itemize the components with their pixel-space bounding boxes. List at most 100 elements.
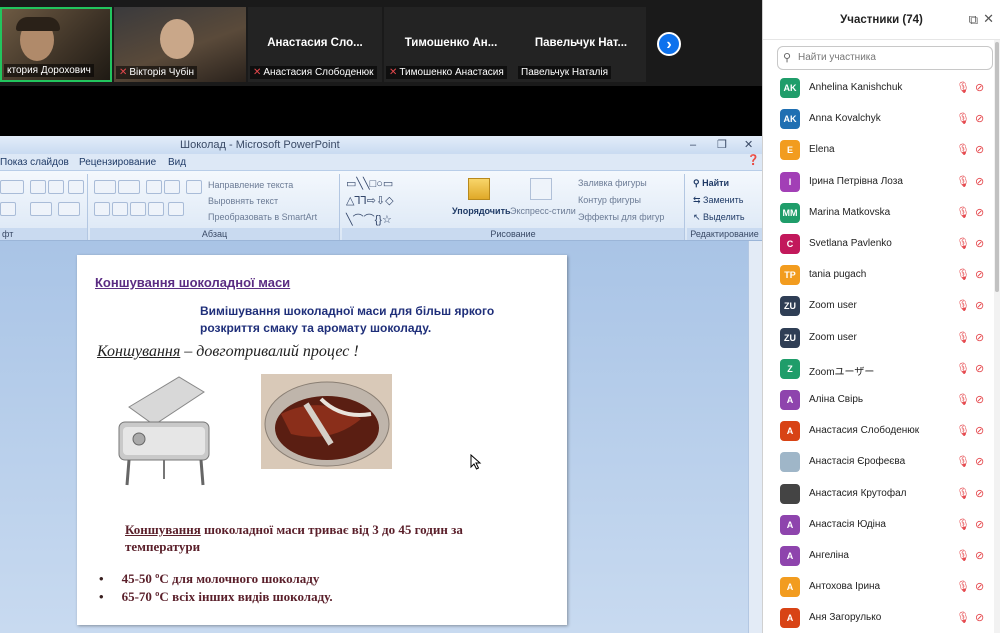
quick-styles-button[interactable]: Экспресс-стили — [510, 206, 576, 216]
select-label: Выделить — [703, 212, 745, 222]
help-icon[interactable]: ❓ — [747, 155, 759, 166]
increase-indent-icon[interactable] — [164, 180, 180, 194]
tab-view[interactable]: Вид — [168, 157, 186, 168]
shape-effects-button[interactable]: Эффекты для фигур — [578, 212, 664, 222]
decrease-indent-icon[interactable] — [146, 180, 162, 194]
video-off-icon: ⊘ — [975, 518, 985, 531]
participant-row[interactable]: A Анастасія Юдіна 🎙 ⊘ — [763, 511, 995, 542]
participant-row[interactable]: A Анастасия Слободенюк 🎙 ⊘ — [763, 417, 995, 448]
participant-row[interactable]: ZU Zoom user 🎙 ⊘ — [763, 292, 995, 323]
scrollbar-thumb[interactable] — [995, 42, 999, 292]
grow-font-icon[interactable] — [30, 180, 46, 194]
mic-muted-icon: 🎙 — [956, 612, 970, 625]
minimize-icon[interactable]: – — [690, 136, 696, 154]
slide[interactable]: Коншування шоколадної маси Вимішування ш… — [77, 255, 567, 625]
participant-row[interactable]: C Svetlana Pavlenko 🎙 ⊘ — [763, 230, 995, 261]
shape-outline-button[interactable]: Контур фигуры — [578, 195, 641, 205]
video-tile[interactable]: Тимошенко Ан... ✕ Тимошенко Анастасия — [384, 7, 518, 82]
align-left-icon[interactable] — [94, 202, 110, 216]
participant-row[interactable]: E Elena 🎙 ⊘ — [763, 136, 995, 167]
close-icon[interactable]: ✕ — [744, 136, 753, 154]
justify-icon[interactable] — [148, 202, 164, 216]
clear-format-icon[interactable] — [68, 180, 84, 194]
font-size-box[interactable] — [0, 180, 24, 194]
panel-title: Участники (74) — [840, 14, 923, 26]
video-off-icon: ⊘ — [975, 456, 985, 469]
participant-row[interactable]: Анастасия Крутофал 🎙 ⊘ — [763, 480, 995, 511]
columns-icon[interactable] — [168, 202, 184, 216]
participant-row[interactable]: TP tania pugach 🎙 ⊘ — [763, 261, 995, 292]
line-spacing-icon[interactable] — [186, 180, 202, 194]
font-group: фт — [0, 174, 88, 240]
participant-name: Ірина Петрівна Лоза — [809, 175, 903, 187]
arrange-button[interactable]: Упорядочить — [452, 206, 511, 216]
search-placeholder: Найти участника — [798, 52, 876, 63]
video-tile[interactable]: ктория Дорохович — [0, 7, 112, 82]
participant-row[interactable]: Анастасія Єрофеєва 🎙 ⊘ — [763, 448, 995, 479]
participant-row[interactable]: ZU Zoom user 🎙 ⊘ — [763, 324, 995, 355]
shrink-font-icon[interactable] — [48, 180, 64, 194]
mic-muted-icon: 🎙 — [956, 300, 970, 313]
video-off-icon: ⊘ — [975, 612, 985, 625]
video-tile[interactable]: ✕ Вікторія Чубін — [114, 7, 246, 82]
tab-slideshow[interactable]: Показ слайдов — [0, 157, 69, 168]
italic-keyword: Коншування — [97, 343, 181, 360]
participant-row[interactable]: A Аня Загорулько 🎙 ⊘ — [763, 604, 995, 633]
participant-name: Антохова Ірина — [809, 581, 881, 593]
avatar: A — [780, 546, 800, 566]
replace-button[interactable]: ⇆ Заменить — [693, 195, 744, 206]
participant-row[interactable]: MM Marina Matkovska 🎙 ⊘ — [763, 199, 995, 230]
align-center-icon[interactable] — [112, 202, 128, 216]
tab-review[interactable]: Рецензирование — [79, 157, 156, 168]
panel-scrollbar[interactable] — [994, 40, 1000, 633]
body-keyword: Коншування — [125, 522, 201, 537]
participant-row[interactable]: I Ірина Петрівна Лоза 🎙 ⊘ — [763, 168, 995, 199]
avatar: A — [780, 577, 800, 598]
quick-styles-icon[interactable] — [530, 178, 552, 200]
shapes-gallery-icon[interactable]: ▭╲╲□○▭ — [346, 177, 393, 190]
panel-header: Участники (74) ⧉ ✕ — [763, 0, 1000, 40]
next-page-button[interactable]: › — [657, 32, 681, 56]
mic-muted-icon: ✕ — [119, 67, 128, 78]
video-tile[interactable]: Анастасия Сло... ✕ Анастасия Слободенюк — [248, 7, 382, 82]
shape-fill-button[interactable]: Заливка фигуры — [578, 178, 647, 188]
numbering-icon[interactable] — [118, 180, 140, 194]
shapes-gallery-icon[interactable]: ╲⌒⌒{}☆ — [346, 211, 392, 227]
mic-muted-icon: ✕ — [389, 67, 398, 78]
participant-row[interactable]: A Ангеліна 🎙 ⊘ — [763, 542, 995, 573]
popout-icon[interactable]: ⧉ — [969, 12, 978, 28]
shapes-gallery-icon[interactable]: △⅂⅂⇨⇩◇ — [346, 194, 394, 207]
participant-name: tania pugach — [809, 269, 867, 281]
vertical-scrollbar[interactable] — [748, 241, 762, 633]
video-off-icon: ⊘ — [975, 144, 985, 157]
spacing-icon[interactable] — [0, 202, 16, 216]
participant-row[interactable]: A Аліна Свірь 🎙 ⊘ — [763, 386, 995, 417]
participant-row[interactable]: AK Anhelina Kanishchuk 🎙 ⊘ — [763, 74, 995, 105]
select-button[interactable]: ↖ Выделить — [693, 212, 745, 223]
slide-body-text: Коншування шоколадної маси триває від 3 … — [125, 521, 525, 555]
close-icon[interactable]: ✕ — [983, 11, 994, 27]
arrange-icon[interactable] — [468, 178, 490, 200]
bullets-icon[interactable] — [94, 180, 116, 194]
text-direction-button[interactable]: Направление текста — [208, 180, 293, 190]
align-text-button[interactable]: Выровнять текст — [208, 196, 278, 206]
tile-display-name: Павельчук Нат... — [534, 37, 628, 49]
participant-row[interactable]: A Антохова Ірина 🎙 ⊘ — [763, 573, 995, 604]
video-off-icon: ⊘ — [975, 300, 985, 313]
participant-video — [16, 17, 60, 31]
mic-muted-icon: 🎙 — [956, 550, 970, 562]
video-tile[interactable]: Павельчук Нат... Павельчук Наталія — [516, 7, 646, 82]
font-color-icon[interactable] — [58, 202, 80, 216]
avatar: A — [780, 421, 800, 442]
tile-name-label: ✕ Анастасия Слободенюк — [250, 66, 377, 79]
search-input[interactable]: ⚲ Найти участника — [777, 46, 993, 70]
find-button[interactable]: ⚲ Найти — [693, 178, 729, 189]
mic-muted-icon: 🎙 — [956, 113, 970, 126]
tile-name-label: ✕ Тимошенко Анастасия — [386, 66, 507, 79]
smartart-button[interactable]: Преобразовать в SmartArt — [208, 212, 317, 222]
restore-icon[interactable]: ❐ — [717, 136, 727, 154]
participant-row[interactable]: Z Zoomユーザー 🎙 ⊘ — [763, 355, 995, 386]
participant-row[interactable]: AK Anna Kovalchyk 🎙 ⊘ — [763, 105, 995, 136]
align-right-icon[interactable] — [130, 202, 146, 216]
change-case-icon[interactable] — [30, 202, 52, 216]
